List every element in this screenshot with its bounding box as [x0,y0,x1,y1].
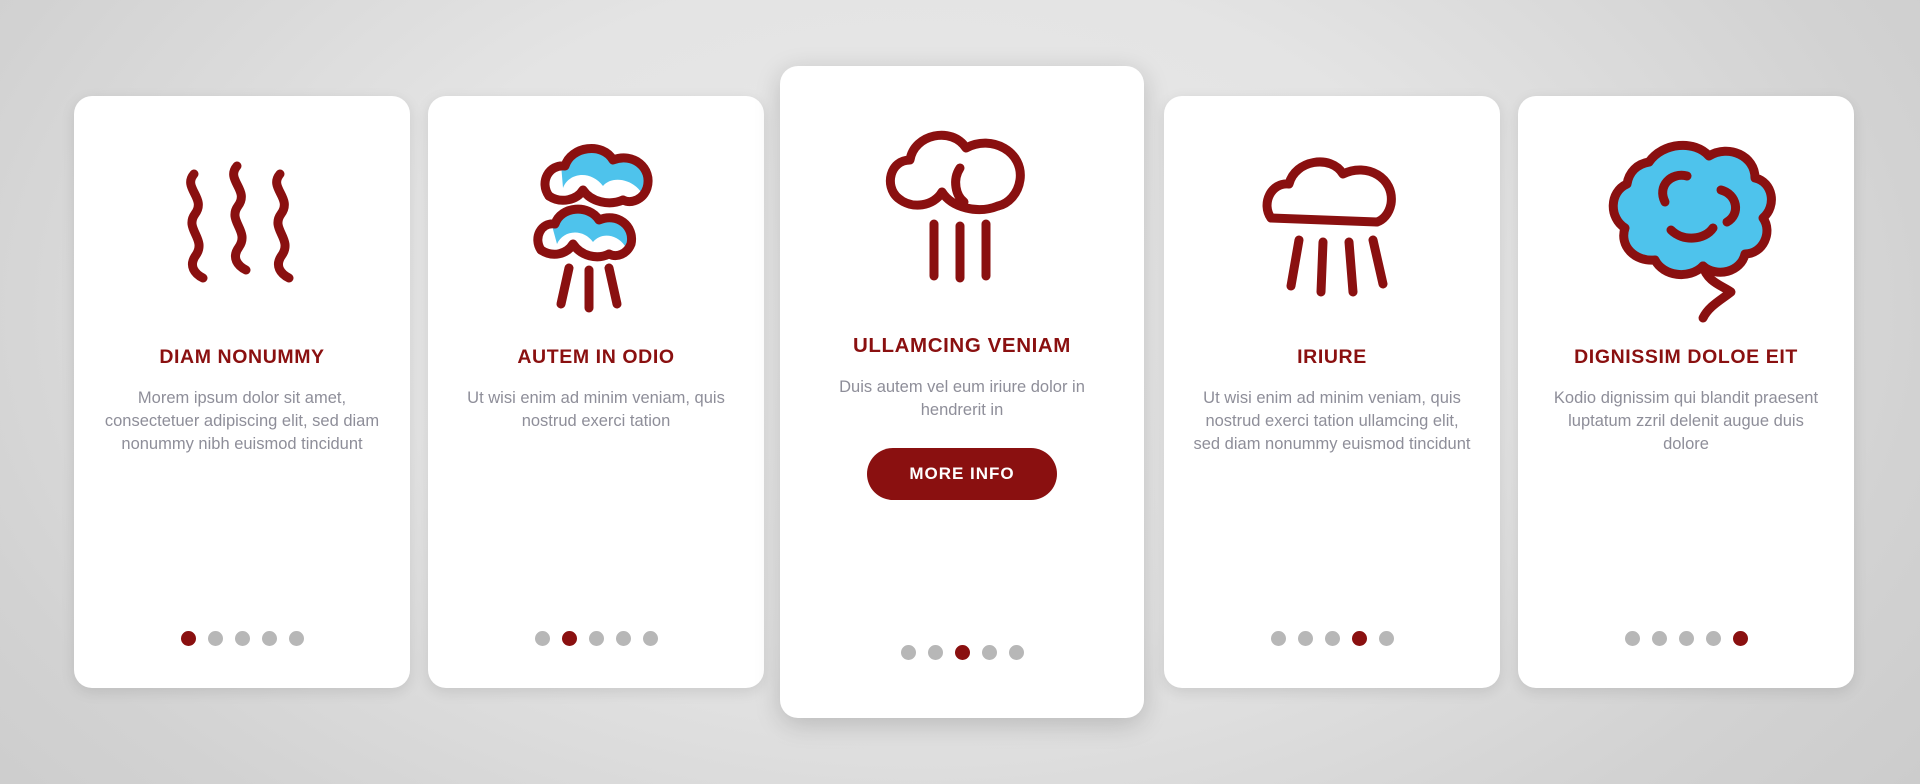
pagination-dot[interactable] [288,631,304,646]
pagination-dot[interactable] [954,645,970,660]
pagination-dot[interactable] [900,645,916,660]
pagination-dot[interactable] [1351,631,1367,646]
pagination-dots[interactable] [780,645,1144,660]
card-body: Kodio dignissim qui blandit praesent lup… [1553,389,1819,453]
cloud-rain-icon [780,66,1144,334]
pagination-dots[interactable] [1164,631,1500,646]
pagination-dot[interactable] [1678,631,1694,646]
pagination-dot[interactable] [981,645,997,660]
pagination-dot[interactable] [927,645,943,660]
cloud-outline-rays-icon [1164,96,1500,346]
onboarding-card-3-featured[interactable]: ULLAMCING VENIAM Duis autem vel eum iriu… [780,66,1144,718]
card-body: Ut wisi enim ad minim veniam, quis nostr… [1193,389,1471,453]
card-body: Ut wisi enim ad minim veniam, quis nostr… [467,389,725,430]
card-body: Morem ipsum dolor sit amet, consectetuer… [104,389,380,453]
pagination-dot[interactable] [642,631,658,646]
pagination-dot[interactable] [207,631,223,646]
card-title: DIAM NONUMMY [159,346,325,368]
pagination-dot[interactable] [588,631,604,646]
pagination-dot[interactable] [1324,631,1340,646]
pagination-dot[interactable] [1297,631,1313,646]
cards-container: DIAM NONUMMY Morem ipsum dolor sit amet,… [0,0,1920,784]
pagination-dot[interactable] [534,631,550,646]
pagination-dot[interactable] [561,631,577,646]
onboarding-card-4[interactable]: IRIURE Ut wisi enim ad minim veniam, qui… [1164,96,1500,688]
pagination-dot[interactable] [1378,631,1394,646]
pagination-dot[interactable] [1008,645,1024,660]
pagination-dot[interactable] [1624,631,1640,646]
pagination-dot[interactable] [1651,631,1667,646]
pagination-dots[interactable] [1518,631,1854,646]
card-title: AUTEM IN ODIO [517,346,675,368]
pagination-dot[interactable] [261,631,277,646]
onboarding-card-1[interactable]: DIAM NONUMMY Morem ipsum dolor sit amet,… [74,96,410,688]
onboarding-screens-illustration: DIAM NONUMMY Morem ipsum dolor sit amet,… [0,0,1920,784]
double-cloud-burst-icon [428,96,764,346]
cotton-candy-cloud-icon [1518,96,1854,346]
card-title: IRIURE [1297,346,1367,368]
pagination-dot[interactable] [1270,631,1286,646]
card-body: Duis autem vel eum iriure dolor in hendr… [839,378,1085,419]
pagination-dots[interactable] [428,631,764,646]
pagination-dot[interactable] [234,631,250,646]
more-info-button[interactable]: MORE INFO [867,447,1057,500]
smoke-wavy-lines-icon [74,96,410,346]
onboarding-card-2[interactable]: AUTEM IN ODIO Ut wisi enim ad minim veni… [428,96,764,688]
onboarding-card-5[interactable]: DIGNISSIM DOLOE EIT Kodio dignissim qui … [1518,96,1854,688]
pagination-dots[interactable] [74,631,410,646]
pagination-dot[interactable] [1705,631,1721,646]
pagination-dot[interactable] [1732,631,1748,646]
pagination-dot[interactable] [180,631,196,646]
card-title: DIGNISSIM DOLOE EIT [1574,346,1798,368]
pagination-dot[interactable] [615,631,631,646]
card-title: ULLAMCING VENIAM [852,334,1071,357]
